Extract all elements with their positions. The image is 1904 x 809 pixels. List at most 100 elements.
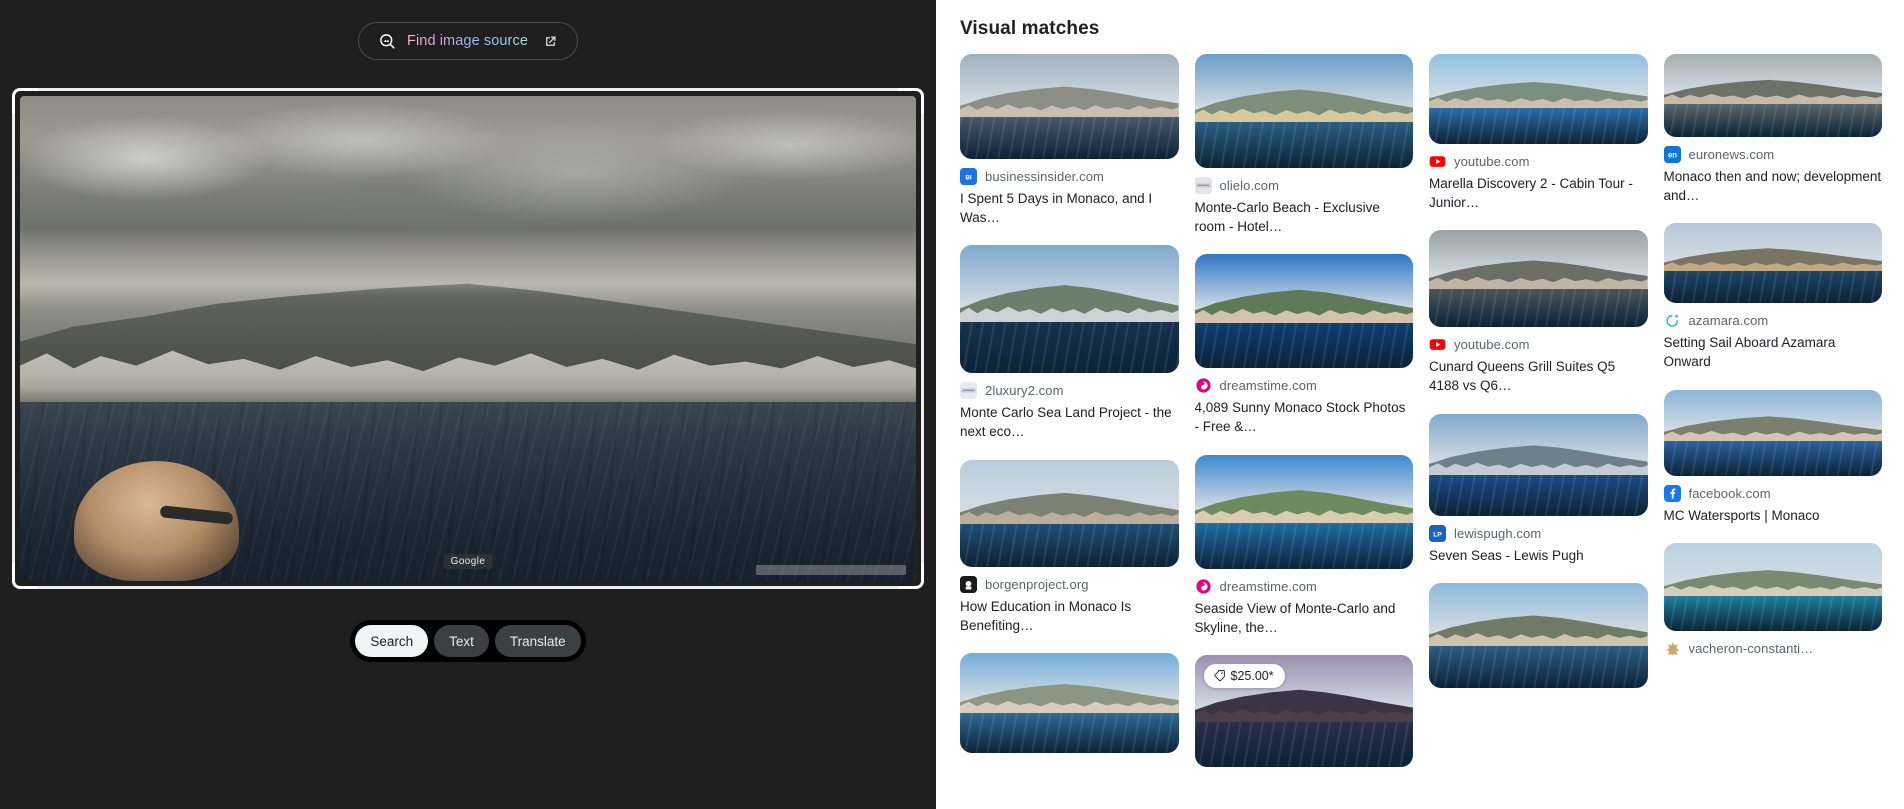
thumb-waves xyxy=(1664,441,1883,475)
price-tag-icon xyxy=(1213,669,1226,682)
visual-match-thumbnail[interactable] xyxy=(1429,230,1648,327)
visual-match-thumbnail[interactable] xyxy=(960,460,1179,567)
crop-edge-left xyxy=(12,114,15,563)
visual-match-card[interactable]: youtube.com Marella Discovery 2 - Cabin T… xyxy=(1429,54,1648,212)
thumbnail-scene xyxy=(960,54,1179,159)
visual-match-card[interactable]: vacheron-constanti… xyxy=(1664,543,1883,661)
thumbnail-scene xyxy=(1429,414,1648,516)
thumb-waves xyxy=(1664,104,1883,137)
visual-match-card[interactable]: 2luxury2.comMonte Carlo Sea Land Project… xyxy=(960,245,1179,441)
thumb-waves xyxy=(1664,271,1883,303)
crop-edge-bottom xyxy=(38,586,898,589)
mode-tab-translate[interactable]: Translate xyxy=(495,625,581,657)
visual-match-thumbnail[interactable]: $25.00* xyxy=(1195,655,1414,767)
youtube-favicon xyxy=(1429,336,1446,353)
thumb-waves xyxy=(1195,722,1414,767)
image-attribution-strip xyxy=(756,565,906,575)
visual-match-title: Monte-Carlo Beach - Exclusive room - Hot… xyxy=(1195,198,1414,236)
visual-match-thumbnail[interactable] xyxy=(1664,54,1883,137)
visual-match-source-row: LP lewispugh.com xyxy=(1429,525,1648,542)
visual-match-thumbnail[interactable] xyxy=(1429,54,1648,144)
thumb-waves xyxy=(1429,289,1648,328)
thumbnail-scene xyxy=(960,653,1179,753)
visual-match-source-row: dreamstime.com xyxy=(1195,578,1414,595)
visual-match-title: Cunard Queens Grill Suites Q5 4188 vs Q6… xyxy=(1429,357,1648,395)
visual-match-card[interactable]: olielo.comMonte-Carlo Beach - Exclusive … xyxy=(1195,54,1414,236)
image-crop-stage[interactable]: Google xyxy=(20,96,916,581)
visual-match-source-name: vacheron-constanti… xyxy=(1689,641,1814,656)
visual-match-card[interactable]: dreamstime.com 4,089 Sunny Monaco Stock P… xyxy=(1195,254,1414,436)
thumbnail-scene xyxy=(1195,54,1414,168)
visual-match-source-name: dreamstime.com xyxy=(1220,579,1317,594)
thumb-waves xyxy=(960,524,1179,567)
facebook-favicon xyxy=(1664,485,1681,502)
lewispugh-favicon: LP xyxy=(1429,525,1446,542)
visual-match-card[interactable]: LP lewispugh.com Seven Seas - Lewis Pugh xyxy=(1429,414,1648,565)
visual-match-source-name: dreamstime.com xyxy=(1220,378,1317,393)
thumb-waves xyxy=(1195,122,1414,168)
visual-match-thumbnail[interactable] xyxy=(1195,254,1414,368)
thumbnail-scene xyxy=(1195,254,1414,368)
find-image-source-button[interactable]: Find image source xyxy=(358,22,578,60)
visual-match-source-row: vacheron-constanti… xyxy=(1664,640,1883,657)
visual-match-thumbnail[interactable] xyxy=(1195,455,1414,569)
visual-match-source-name: lewispugh.com xyxy=(1454,526,1541,541)
search-mode-bar: Search Text Translate xyxy=(0,620,936,662)
borgenproject-favicon xyxy=(960,576,977,593)
visual-match-card[interactable] xyxy=(960,653,1179,753)
visual-match-card[interactable]: BIbusinessinsider.comI Spent 5 Days in M… xyxy=(960,54,1179,227)
visual-match-thumbnail[interactable] xyxy=(1429,414,1648,516)
visual-match-card[interactable]: dreamstime.comSeaside View of Monte-Carl… xyxy=(1195,455,1414,637)
visual-match-thumbnail[interactable] xyxy=(1664,543,1883,631)
thumb-waves xyxy=(1429,475,1648,516)
find-image-source-label: Find image source xyxy=(407,33,528,49)
visual-match-card[interactable]: youtube.com Cunard Queens Grill Suites Q5… xyxy=(1429,230,1648,395)
image-preview-panel: Find image source Google xyxy=(0,0,936,809)
mode-tab-search[interactable]: Search xyxy=(355,625,428,657)
visual-match-card[interactable]: borgenproject.orgHow Education in Monaco… xyxy=(960,460,1179,635)
thumbnail-scene xyxy=(1664,390,1883,476)
find-image-source-bar: Find image source xyxy=(0,0,936,82)
thumbnail-scene xyxy=(1429,583,1648,688)
visual-match-source-row: dreamstime.com xyxy=(1195,377,1414,394)
thumbnail-scene xyxy=(1429,54,1648,144)
visual-match-card[interactable]: facebook.comMC Watersports | Monaco xyxy=(1664,390,1883,525)
visual-match-thumbnail[interactable] xyxy=(1429,583,1648,688)
visual-match-source-name: businessinsider.com xyxy=(985,169,1104,184)
visual-match-thumbnail[interactable] xyxy=(1664,223,1883,303)
visual-match-source-row: borgenproject.org xyxy=(960,576,1179,593)
visual-match-source-row: youtube.com xyxy=(1429,336,1648,353)
visual-match-card[interactable]: eneuronews.comMonaco then and now; devel… xyxy=(1664,54,1883,205)
visual-match-title: Marella Discovery 2 - Cabin Tour - Junio… xyxy=(1429,174,1648,212)
visual-match-thumbnail[interactable] xyxy=(960,245,1179,373)
thumbnail-scene xyxy=(960,460,1179,567)
visual-match-card[interactable]: azamara.comSetting Sail Aboard Azamara O… xyxy=(1664,223,1883,371)
visual-match-title: 4,089 Sunny Monaco Stock Photos - Free &… xyxy=(1195,398,1414,436)
visual-match-title: Seven Seas - Lewis Pugh xyxy=(1429,546,1648,565)
visual-match-source-name: youtube.com xyxy=(1454,154,1530,169)
visual-match-thumbnail[interactable] xyxy=(1664,390,1883,476)
visual-match-source-row: azamara.com xyxy=(1664,312,1883,329)
visual-match-title: MC Watersports | Monaco xyxy=(1664,506,1883,525)
thumbnail-scene xyxy=(1429,230,1648,327)
thumb-waves xyxy=(1664,596,1883,631)
visual-match-thumbnail[interactable] xyxy=(960,54,1179,159)
visual-matches-heading: Visual matches xyxy=(936,0,1904,54)
open-in-new-icon xyxy=(543,34,558,49)
dreamstime-favicon xyxy=(1195,377,1212,394)
azamara-favicon xyxy=(1664,312,1681,329)
thumb-waves xyxy=(1429,646,1648,688)
visual-match-thumbnail[interactable] xyxy=(1195,54,1414,168)
thumb-waves xyxy=(960,117,1179,159)
visual-match-card[interactable] xyxy=(1429,583,1648,688)
dreamstime-favicon xyxy=(1195,578,1212,595)
businessinsider-favicon: BI xyxy=(960,168,977,185)
visual-match-card[interactable]: $25.00* xyxy=(1195,655,1414,767)
thumbnail-scene xyxy=(960,245,1179,373)
thumb-waves xyxy=(960,322,1179,373)
vacheron-constantin-favicon xyxy=(1664,640,1681,657)
visual-match-thumbnail[interactable] xyxy=(960,653,1179,753)
thumb-waves xyxy=(1195,523,1414,569)
mode-tab-text[interactable]: Text xyxy=(434,625,489,657)
visual-match-title: Monte Carlo Sea Land Project - the next … xyxy=(960,403,1179,441)
